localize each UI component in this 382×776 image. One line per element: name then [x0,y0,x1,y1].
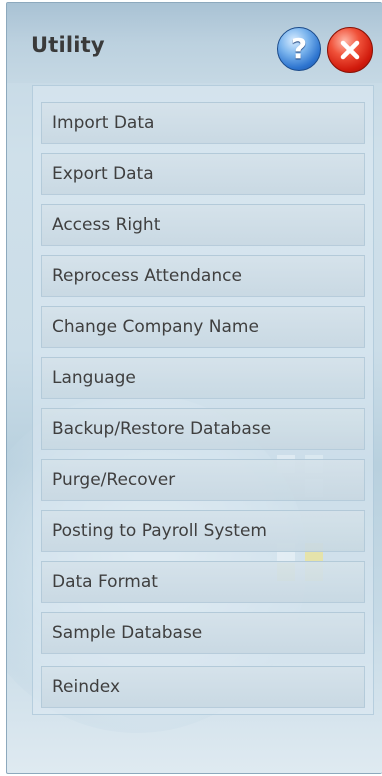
title-bar: Utility ? [7,3,382,83]
menu-item-label: Reprocess Attendance [52,266,242,286]
menu-item-posting-to-payroll-system[interactable]: Posting to Payroll System [41,510,365,552]
menu-item-export-data[interactable]: Export Data [41,153,365,195]
menu-item-label: Purge/Recover [52,470,176,490]
menu-item-label: Language [52,368,136,388]
window-title: Utility [31,33,105,57]
menu-item-label: Export Data [52,164,154,184]
menu-item-label: Sample Database [52,623,203,643]
menu-item-label: Change Company Name [52,317,259,337]
menu-item-reindex[interactable]: Reindex [41,666,365,708]
menu-item-access-right[interactable]: Access Right [41,204,365,246]
utility-window: Utility ? Import Data Export Data Access… [6,2,382,774]
menu-item-label: Reindex [52,677,121,697]
menu-item-import-data[interactable]: Import Data [41,102,365,144]
menu-item-label: Import Data [52,113,155,133]
utility-menu-panel: Import Data Export Data Access Right Rep… [32,85,374,715]
menu-item-backup-restore-database[interactable]: Backup/Restore Database [41,408,365,450]
menu-item-data-format[interactable]: Data Format [41,561,365,603]
menu-item-label: Access Right [52,215,161,235]
menu-item-purge-recover[interactable]: Purge/Recover [41,459,365,501]
close-button[interactable] [327,27,373,73]
close-icon [340,40,360,60]
menu-item-label: Backup/Restore Database [52,419,272,439]
menu-item-reprocess-attendance[interactable]: Reprocess Attendance [41,255,365,297]
menu-item-label: Posting to Payroll System [52,521,267,541]
menu-item-sample-database[interactable]: Sample Database [41,612,365,654]
help-icon: ? [290,32,308,65]
menu-item-label: Data Format [52,572,158,592]
menu-item-language[interactable]: Language [41,357,365,399]
help-button[interactable]: ? [277,27,321,71]
menu-item-change-company-name[interactable]: Change Company Name [41,306,365,348]
